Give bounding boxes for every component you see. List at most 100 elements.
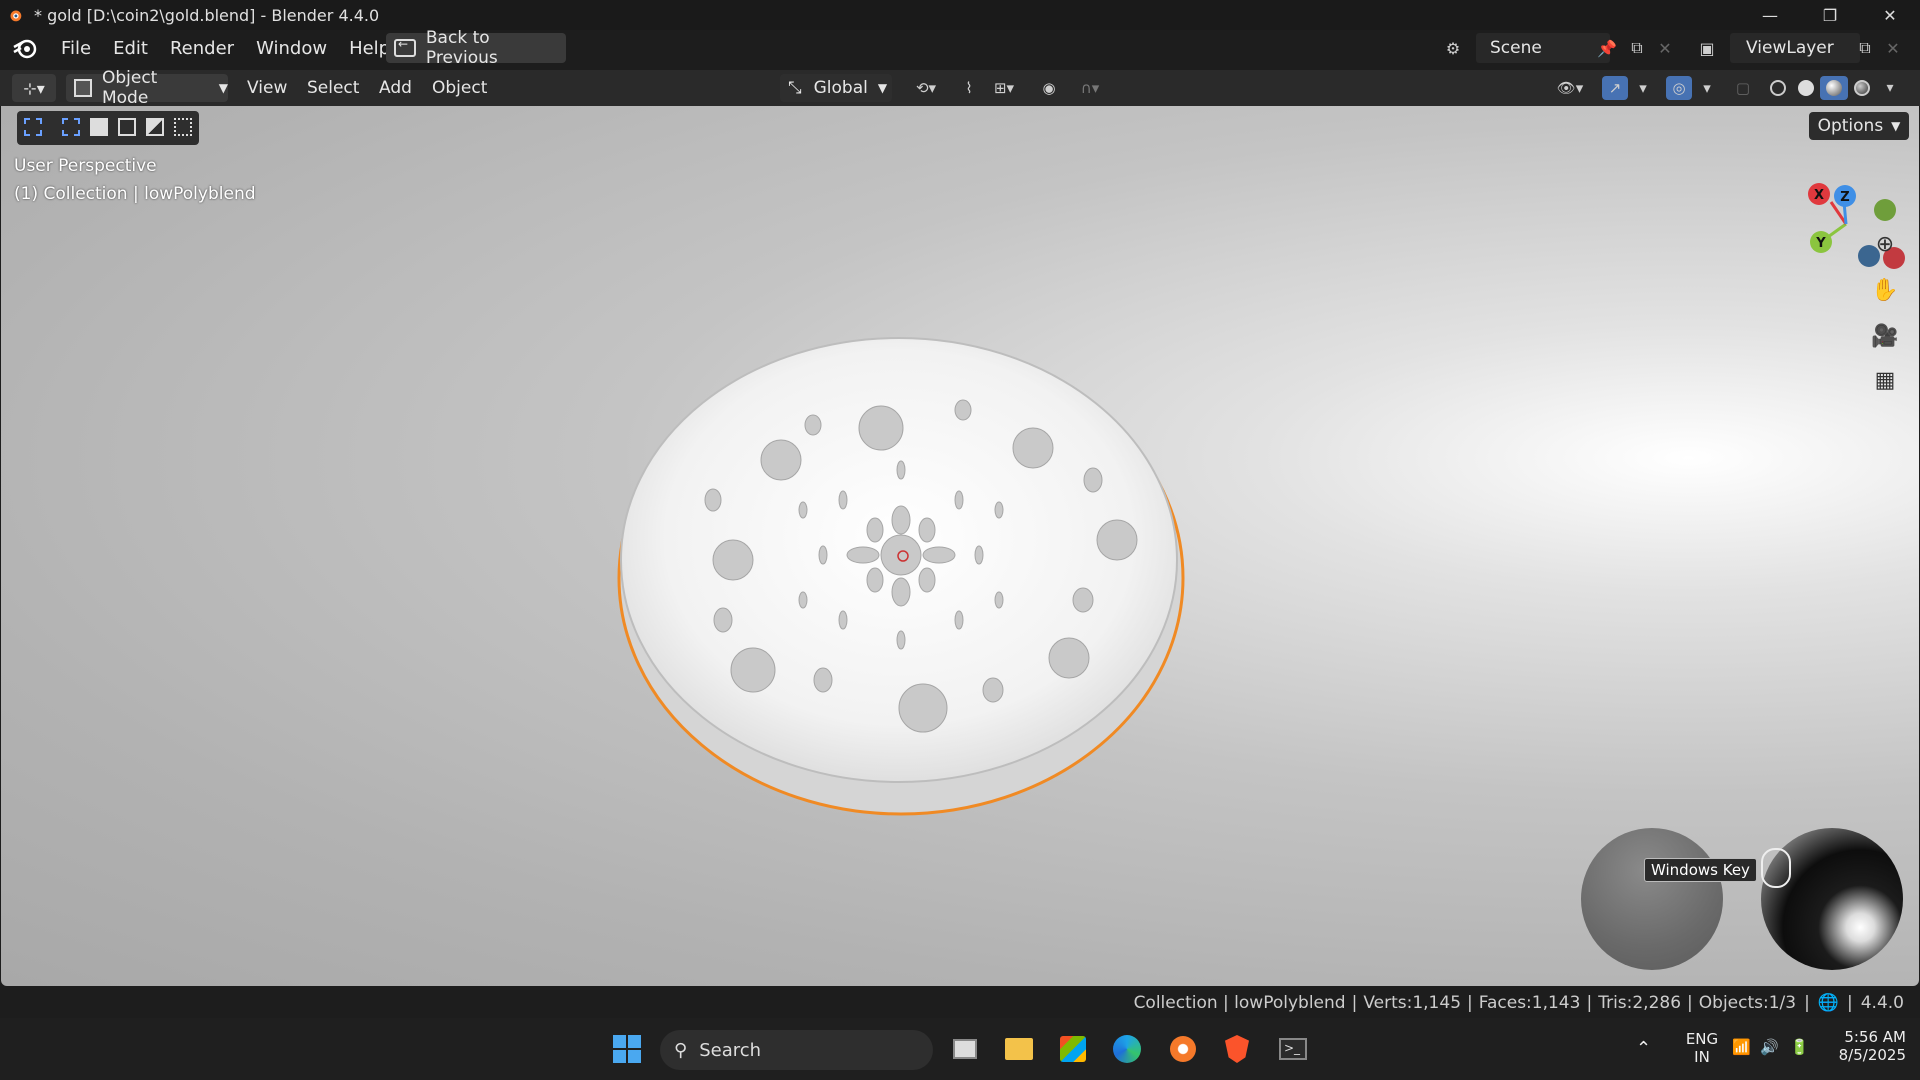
mode-selector[interactable]: Object Mode ▼ xyxy=(66,68,228,108)
file-explorer-icon[interactable] xyxy=(1002,1032,1036,1066)
mode-extend-button[interactable] xyxy=(85,113,113,141)
gizmo-toggle-icon[interactable]: ↗ xyxy=(1602,76,1628,100)
menu-file[interactable]: File xyxy=(61,38,91,59)
neg-y-axis-handle[interactable] xyxy=(1874,199,1896,221)
3d-viewport-icon: ⊹▾ xyxy=(23,78,45,98)
viewport-perspective-label: User Perspective xyxy=(14,156,157,176)
options-dropdown[interactable]: Options ▼ xyxy=(1809,112,1909,140)
ortho-toggle-icon[interactable]: ▦ xyxy=(1867,362,1903,398)
mode-intersect-button[interactable] xyxy=(169,113,197,141)
mode-intersect-icon xyxy=(174,118,192,136)
status-collection: Collection | lowPolyblend xyxy=(1133,993,1346,1013)
scene-field[interactable]: Scene xyxy=(1476,33,1610,63)
mode-new-button[interactable] xyxy=(57,113,85,141)
transform-orientation-selector[interactable]: ⤡ Global ▼ xyxy=(780,74,892,102)
brave-browser-icon[interactable] xyxy=(1220,1032,1254,1066)
windows-taskbar: ⚲ Search >_ ⌃ ENG IN 📶 🔊 🔋 5:56 AM 8/5/2… xyxy=(0,1018,1920,1080)
delete-scene-icon[interactable]: ✕ xyxy=(1652,35,1678,61)
material-preview-icon xyxy=(1826,80,1842,96)
chevron-down-icon: ▼ xyxy=(1891,119,1901,133)
overlays-toggle-icon[interactable]: ◎ xyxy=(1666,76,1692,100)
camera-view-icon[interactable]: 🎥 xyxy=(1867,318,1903,354)
scene-name: Scene xyxy=(1490,38,1542,58)
rendered-icon xyxy=(1854,80,1870,96)
wifi-icon[interactable]: 📶 xyxy=(1732,1038,1751,1056)
coin-object[interactable] xyxy=(613,330,1193,820)
status-faces: Faces:1,143 xyxy=(1478,993,1581,1013)
proportional-editing-icon[interactable]: ◉ xyxy=(1036,76,1062,100)
pin-icon[interactable]: 📌 xyxy=(1594,35,1620,61)
y-axis-label: Y xyxy=(1815,236,1826,251)
orientation-label: Global xyxy=(813,78,868,98)
new-viewlayer-icon[interactable]: ⧉ xyxy=(1852,35,1878,61)
mode-subtract-button[interactable] xyxy=(113,113,141,141)
window-title: * gold [D:\coin2\gold.blend] - Blender 4… xyxy=(34,5,380,25)
gizmo-dropdown-icon[interactable]: ▾ xyxy=(1630,76,1656,100)
menu-edit[interactable]: Edit xyxy=(113,38,148,59)
viewport-menu-view[interactable]: View xyxy=(247,78,287,98)
select-box-tool-button[interactable] xyxy=(19,113,47,141)
status-tris: Tris:2,286 xyxy=(1598,993,1682,1013)
status-divider: | xyxy=(1687,993,1693,1013)
status-divider: | xyxy=(1847,993,1853,1013)
overlays-dropdown-icon[interactable]: ▾ xyxy=(1694,76,1720,100)
viewport-menu-object[interactable]: Object xyxy=(432,78,487,98)
back-to-previous-label: Back to Previous xyxy=(425,28,498,68)
snap-target-icon[interactable]: ⊞▾ xyxy=(984,76,1024,100)
minimize-button[interactable]: — xyxy=(1740,0,1800,30)
viewlayer-name: ViewLayer xyxy=(1746,38,1834,58)
close-button[interactable]: ✕ xyxy=(1860,0,1920,30)
status-version: 4.4.0 xyxy=(1860,993,1904,1013)
visibility-icon[interactable]: 👁▾ xyxy=(1548,76,1592,100)
pivot-point-icon[interactable]: ⟲▾ xyxy=(904,76,948,100)
viewlayer-browse-icon[interactable]: ▣ xyxy=(1694,35,1720,61)
language-indicator[interactable]: ENG IN xyxy=(1682,1030,1722,1066)
task-view-icon[interactable] xyxy=(948,1032,982,1066)
viewport-menu-select[interactable]: Select xyxy=(307,78,359,98)
battery-icon[interactable]: 🔋 xyxy=(1790,1038,1809,1056)
microsoft-store-icon[interactable] xyxy=(1056,1032,1090,1066)
material-preview-button[interactable] xyxy=(1820,76,1848,100)
scene-browse-icon[interactable]: ⚙ xyxy=(1440,35,1466,61)
blender-menu-icon[interactable] xyxy=(11,34,39,62)
3d-viewport[interactable]: User Perspective (1) Collection | lowPol… xyxy=(1,106,1919,986)
terminal-icon[interactable]: >_ xyxy=(1276,1032,1310,1066)
clock[interactable]: 5:56 AM 8/5/2025 xyxy=(1826,1028,1906,1064)
clock-time: 5:56 AM xyxy=(1844,1028,1906,1046)
new-scene-icon[interactable]: ⧉ xyxy=(1624,35,1650,61)
viewlayer-field[interactable]: ViewLayer xyxy=(1730,33,1860,63)
zoom-icon[interactable]: ⊕ xyxy=(1867,226,1903,262)
back-to-previous-button[interactable]: Back to Previous xyxy=(386,28,566,68)
rendered-shading-button[interactable] xyxy=(1848,76,1876,100)
proportional-falloff-icon[interactable]: ∩▾ xyxy=(1070,76,1110,100)
mode-invert-button[interactable] xyxy=(141,113,169,141)
viewport-menu-add[interactable]: Add xyxy=(379,78,412,98)
status-objects: Objects:1/3 xyxy=(1698,993,1797,1013)
delete-viewlayer-icon[interactable]: ✕ xyxy=(1880,35,1906,61)
shading-dropdown-button[interactable]: ▾ xyxy=(1876,76,1904,100)
wireframe-shading-button[interactable] xyxy=(1764,76,1792,100)
network-globe-icon: 🌐 xyxy=(1817,993,1839,1013)
maximize-button[interactable]: ❐ xyxy=(1800,0,1860,30)
selection-mode-toolbar xyxy=(17,111,199,145)
editor-type-selector[interactable]: ⊹▾ xyxy=(12,74,56,102)
taskbar-search-input[interactable]: ⚲ Search xyxy=(660,1030,933,1070)
language-code: ENG xyxy=(1685,1030,1719,1048)
solid-shading-button[interactable] xyxy=(1792,76,1820,100)
menu-window[interactable]: Window xyxy=(256,38,327,59)
title-bar: * gold [D:\coin2\gold.blend] - Blender 4… xyxy=(0,0,1920,30)
tray-overflow-icon[interactable]: ⌃ xyxy=(1636,1038,1651,1059)
viewport-header: ⊹▾ Object Mode ▼ View Select Add Object … xyxy=(0,68,1920,108)
menu-help[interactable]: Help xyxy=(349,38,390,59)
menu-render[interactable]: Render xyxy=(170,38,234,59)
xray-toggle-icon[interactable]: ▢ xyxy=(1730,76,1756,100)
z-axis-label: Z xyxy=(1840,190,1849,205)
volume-icon[interactable]: 🔊 xyxy=(1760,1038,1779,1056)
solid-icon xyxy=(1798,80,1814,96)
windows-start-icon[interactable] xyxy=(610,1032,644,1066)
snap-toggle-icon[interactable]: ⌇ xyxy=(956,76,982,100)
pan-hand-icon[interactable]: ✋ xyxy=(1867,272,1903,308)
region-code: IN xyxy=(1694,1048,1710,1066)
edge-browser-icon[interactable] xyxy=(1110,1032,1144,1066)
blender-taskbar-icon[interactable] xyxy=(1166,1032,1200,1066)
